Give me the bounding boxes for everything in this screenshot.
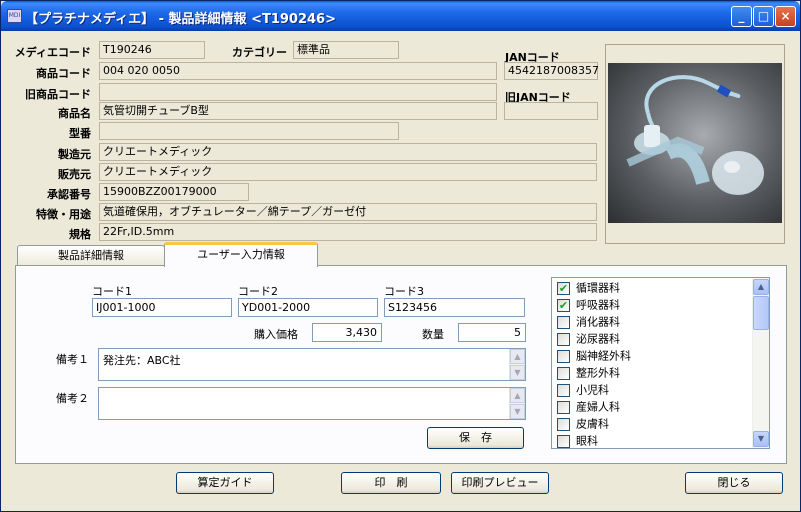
checkbox-unchecked-icon[interactable] <box>557 400 570 414</box>
note1-scrollbar[interactable]: ▲ ▼ <box>509 349 525 380</box>
product-code-label: 商品コード <box>36 67 91 80</box>
tab-product-details[interactable]: 製品詳細情報 <box>17 245 165 267</box>
code1-input[interactable]: IJ001-1000 <box>92 298 232 317</box>
note1-scroll-up-icon[interactable]: ▲ <box>510 349 525 364</box>
checkbox-unchecked-icon[interactable] <box>557 417 570 431</box>
category-label: カテゴリー <box>232 46 287 59</box>
seller-label: 販売元 <box>58 168 91 181</box>
calc-guide-button[interactable]: 算定ガイド <box>176 472 274 494</box>
feature-value: 気道確保用，オブチュレーター／綿テープ／ガーゼ付 <box>99 203 597 221</box>
code3-input[interactable]: S123456 <box>384 298 525 317</box>
note2-scroll-down-icon[interactable]: ▼ <box>510 404 525 419</box>
feature-label: 特徴・用途 <box>36 208 91 221</box>
department-item-neurosurgery[interactable]: 脳神経外科 <box>557 348 631 365</box>
approval-number-label: 承認番号 <box>47 188 91 201</box>
seller-value: クリエートメディック <box>99 163 597 181</box>
save-button[interactable]: 保 存 <box>427 427 524 449</box>
tab-user-input[interactable]: ユーザー入力情報 <box>164 242 318 267</box>
scroll-thumb[interactable] <box>753 296 769 330</box>
old-product-code-label: 旧商品コード <box>25 88 91 101</box>
checkbox-checked-icon[interactable]: ✔ <box>557 298 570 312</box>
note1-label: 備考１ <box>56 353 89 366</box>
department-item-respiratory[interactable]: ✔ 呼吸器科 <box>557 297 620 314</box>
code3-label: コード3 <box>384 285 424 298</box>
checklist-scrollbar[interactable]: ▲ ▼ <box>752 278 769 448</box>
maximize-button[interactable]: □ <box>753 6 774 27</box>
department-item-dermatology[interactable]: 皮膚科 <box>557 416 609 433</box>
quantity-label: 数量 <box>422 328 444 341</box>
product-name-label: 商品名 <box>58 107 91 120</box>
note2-textarea[interactable]: ▲ ▼ <box>98 387 526 420</box>
manufacturer-label: 製造元 <box>58 148 91 161</box>
department-item-cardiology[interactable]: ✔ 循環器科 <box>557 280 620 297</box>
price-label: 購入価格 <box>254 328 298 341</box>
jan-code-value: 4542187008357 <box>504 62 599 80</box>
checkbox-unchecked-icon[interactable] <box>557 434 570 448</box>
print-preview-button[interactable]: 印刷プレビュー <box>451 472 549 494</box>
department-item-obgyn[interactable]: 産婦人科 <box>557 399 620 416</box>
window-title: 【プラチナメディエ】 - 製品詳細情報 <T190246> <box>25 12 336 27</box>
title-bar[interactable]: MDI 【プラチナメディエ】 - 製品詳細情報 <T190246> _ □ × <box>1 1 800 31</box>
tracheostomy-tube-image <box>626 75 764 195</box>
app-icon: MDI <box>7 9 22 23</box>
product-detail-window: MDI 【プラチナメディエ】 - 製品詳細情報 <T190246> _ □ × … <box>0 0 801 512</box>
close-window-button[interactable]: × <box>775 6 796 27</box>
checkbox-unchecked-icon[interactable] <box>557 315 570 329</box>
medie-code-label: メディエコード <box>14 46 91 59</box>
department-item-pediatrics[interactable]: 小児科 <box>557 382 609 399</box>
checkbox-unchecked-icon[interactable] <box>557 366 570 380</box>
medie-code-value: T190246 <box>99 41 205 59</box>
checkbox-unchecked-icon[interactable] <box>557 383 570 397</box>
department-item-urology[interactable]: 泌尿器科 <box>557 331 620 348</box>
department-item-ophthalmology[interactable]: 眼科 <box>557 433 598 448</box>
product-name-value: 気管切開チューブB型 <box>99 102 497 120</box>
scroll-up-icon[interactable]: ▲ <box>753 279 769 295</box>
product-code-value: 004 020 0050 <box>99 62 497 80</box>
note1-text: 発注先：ABC社 <box>103 354 181 367</box>
manufacturer-value: クリエートメディック <box>99 143 597 161</box>
approval-number-value: 15900BZZ00179000 <box>99 183 249 201</box>
category-value: 標準品 <box>293 41 399 59</box>
spec-label: 規格 <box>69 228 91 241</box>
minimize-button[interactable]: _ <box>731 6 752 27</box>
scroll-down-icon[interactable]: ▼ <box>753 431 769 447</box>
note2-scroll-up-icon[interactable]: ▲ <box>510 388 525 403</box>
print-button[interactable]: 印 刷 <box>341 472 441 494</box>
code2-label: コード2 <box>238 285 278 298</box>
note1-scroll-down-icon[interactable]: ▼ <box>510 365 525 380</box>
code2-input[interactable]: YD001-2000 <box>238 298 378 317</box>
old-product-code-value <box>99 83 497 101</box>
checkbox-unchecked-icon[interactable] <box>557 349 570 363</box>
note2-scrollbar[interactable]: ▲ ▼ <box>509 388 525 419</box>
spec-value: 22Fr,ID.5mm <box>99 223 597 241</box>
note2-label: 備考２ <box>56 392 89 405</box>
quantity-input[interactable]: 5 <box>458 323 526 342</box>
model-label: 型番 <box>69 127 91 140</box>
price-input[interactable]: 3,430 <box>312 323 382 342</box>
model-value <box>99 122 399 140</box>
code1-label: コード1 <box>92 285 132 298</box>
close-button[interactable]: 閉じる <box>685 472 783 494</box>
checkbox-unchecked-icon[interactable] <box>557 332 570 346</box>
department-item-gastroenterology[interactable]: 消化器科 <box>557 314 620 331</box>
note1-textarea[interactable]: 発注先：ABC社 ▲ ▼ <box>98 348 526 381</box>
product-image-frame <box>605 44 785 244</box>
old-jan-code-value <box>504 102 598 120</box>
checkbox-checked-icon[interactable]: ✔ <box>557 281 570 295</box>
department-item-orthopedics[interactable]: 整形外科 <box>557 365 620 382</box>
product-photo <box>608 63 782 223</box>
department-checklist[interactable]: ✔ 循環器科 ✔ 呼吸器科 消化器科 泌尿器科 脳神経外科 整形外科 小児科 産婦人… <box>551 277 770 449</box>
